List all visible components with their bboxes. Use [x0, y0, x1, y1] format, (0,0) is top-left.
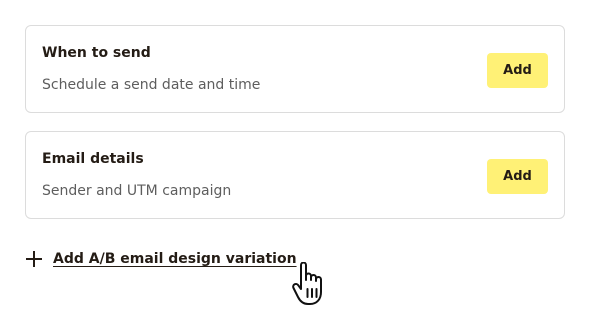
- card-description: Schedule a send date and time: [42, 77, 261, 93]
- card-description: Sender and UTM campaign: [42, 183, 232, 199]
- add-ab-variation-label: Add A/B email design variation: [53, 251, 297, 267]
- hand-pointer-icon: [292, 262, 322, 305]
- add-send-time-button[interactable]: Add: [487, 53, 548, 88]
- card-title: When to send: [42, 45, 151, 61]
- add-ab-variation-link[interactable]: Add A/B email design variation: [25, 250, 297, 268]
- add-email-details-button[interactable]: Add: [487, 159, 548, 194]
- email-details-card: Email details Sender and UTM campaign Ad…: [25, 131, 565, 219]
- when-to-send-card: When to send Schedule a send date and ti…: [25, 25, 565, 113]
- card-title: Email details: [42, 151, 144, 167]
- plus-icon: [25, 250, 43, 268]
